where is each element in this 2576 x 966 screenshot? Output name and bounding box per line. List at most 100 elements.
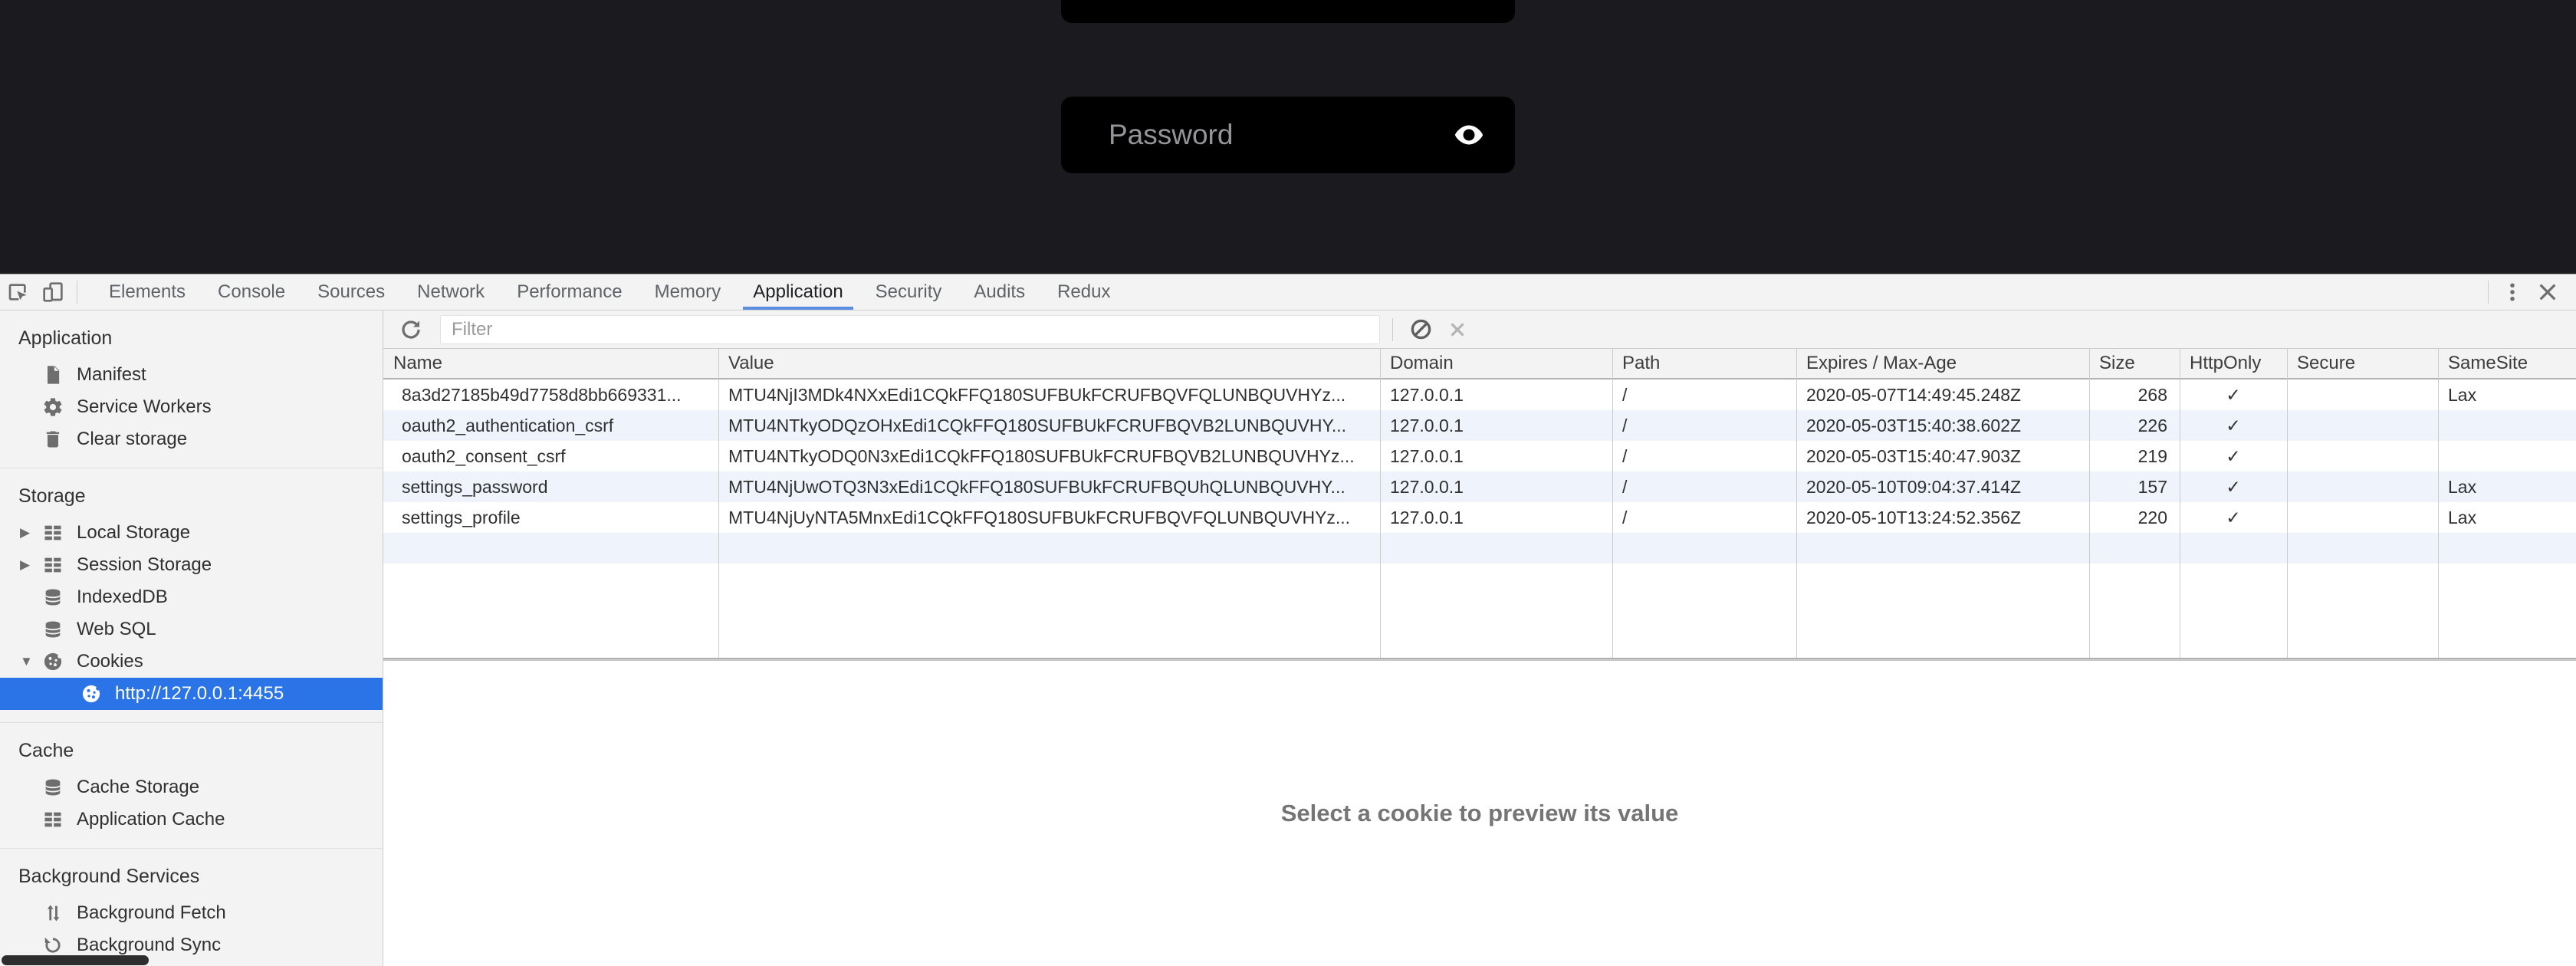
column-divider[interactable]	[2438, 349, 2439, 658]
username-field[interactable]	[1061, 0, 1515, 23]
cookie-row-oauth2-authentication-csrf[interactable]: oauth2_authentication_csrfMTU4NTkyODQzOH…	[383, 410, 2576, 441]
sync-icon	[41, 934, 64, 957]
tab-security[interactable]: Security	[859, 274, 958, 310]
sidebar-item-clear-storage[interactable]: Clear storage	[0, 423, 383, 455]
tab-network[interactable]: Network	[401, 274, 501, 310]
refresh-icon[interactable]	[396, 314, 426, 345]
sidebar-item-label: Manifest	[77, 364, 146, 386]
cookie-row-settings-password[interactable]: settings_passwordMTU4NjUwOTQ3N3xEdi1CQkF…	[383, 472, 2576, 502]
tab-audits[interactable]: Audits	[958, 274, 1041, 310]
sidebar-item-http-127-0-0-1-4455[interactable]: http://127.0.0.1:4455	[0, 678, 383, 710]
sidebar-item-label: Session Storage	[77, 554, 212, 576]
cell-name: settings_profile	[383, 502, 718, 533]
cell-expires: 2020-05-07T14:49:45.248Z	[1796, 380, 2089, 410]
tab-redux[interactable]: Redux	[1041, 274, 1126, 310]
preview-empty-message: Select a cookie to preview its value	[1281, 800, 1679, 827]
cookie-table-body: 8a3d27185b49d7758d8bb669331...MTU4NjI3MD…	[383, 380, 2576, 658]
cookie-row-settings-profile[interactable]: settings_profileMTU4NjUyNTA5MnxEdi1CQkFF…	[383, 502, 2576, 533]
sidebar-item-label: Cache Storage	[77, 777, 199, 798]
sidebar-section-application: Application Manifest Service Workers Clear …	[0, 310, 383, 455]
tab-console[interactable]: Console	[202, 274, 301, 310]
cell-http-only: ✓	[2180, 441, 2287, 472]
sidebar-section-cache: Cache Cache Storage Application Cache	[0, 722, 383, 836]
column-header-expires-max-age[interactable]: Expires / Max-Age	[1796, 349, 2089, 378]
sidebar-item-application-cache[interactable]: Application Cache	[0, 803, 383, 836]
device-toolbar-icon[interactable]	[35, 274, 71, 310]
tab-sources[interactable]: Sources	[301, 274, 401, 310]
column-header-path[interactable]: Path	[1612, 349, 1796, 378]
clear-x-icon[interactable]	[1442, 314, 1473, 345]
sidebar-item-label: Service Workers	[77, 396, 212, 418]
chevron-right-icon[interactable]: ▶	[20, 549, 30, 581]
column-header-secure[interactable]: Secure	[2287, 349, 2438, 378]
sidebar-item-label: http://127.0.0.1:4455	[115, 683, 284, 705]
kebab-menu-icon[interactable]	[2495, 274, 2530, 310]
fetch-icon	[41, 902, 64, 925]
cell-domain: 127.0.0.1	[1380, 472, 1612, 502]
column-header-name[interactable]: Name	[383, 349, 718, 378]
cell-expires: 2020-05-03T15:40:38.602Z	[1796, 410, 2089, 441]
cookie-row-oauth2-consent-csrf[interactable]: oauth2_consent_csrfMTU4NTkyODQ0N3xEdi1CQ…	[383, 441, 2576, 472]
devtools-panel: ElementsConsoleSourcesNetworkPerformance…	[0, 274, 2576, 966]
cell-same-site: Lax	[2438, 502, 2576, 533]
password-placeholder: Password	[1109, 119, 1233, 151]
sidebar-scrollbar[interactable]	[2, 955, 149, 965]
close-icon[interactable]	[2530, 274, 2565, 310]
column-divider[interactable]	[1612, 349, 1613, 658]
cell-same-site: Lax	[2438, 472, 2576, 502]
column-header-httponly[interactable]: HttpOnly	[2180, 349, 2287, 378]
tab-elements[interactable]: Elements	[93, 274, 202, 310]
sidebar-item-label: Clear storage	[77, 429, 187, 450]
sidebar-item-manifest[interactable]: Manifest	[0, 359, 383, 391]
sidebar-item-background-fetch[interactable]: Background Fetch	[0, 897, 383, 929]
cookie-icon	[41, 650, 64, 673]
chevron-down-icon[interactable]: ▼	[20, 646, 33, 678]
sidebar-item-local-storage[interactable]: ▶Local Storage	[0, 517, 383, 549]
cell-same-site: Lax	[2438, 380, 2576, 410]
sidebar-item-label: Background Sync	[77, 935, 221, 956]
gear-icon	[41, 396, 64, 419]
cookie-row-8a3d27185b49d7758d8bb669331[interactable]: 8a3d27185b49d7758d8bb669331...MTU4NjI3MD…	[383, 380, 2576, 410]
block-icon[interactable]	[1405, 314, 1436, 345]
column-divider[interactable]	[718, 349, 719, 658]
cell-domain: 127.0.0.1	[1380, 441, 1612, 472]
column-divider[interactable]	[1796, 349, 1797, 658]
cell-size: 220	[2089, 502, 2180, 533]
tab-application[interactable]: Application	[737, 274, 859, 310]
database-icon	[41, 618, 64, 641]
sidebar-item-session-storage[interactable]: ▶ Session Storage	[0, 549, 383, 581]
column-header-domain[interactable]: Domain	[1380, 349, 1612, 378]
cookies-toolbar	[383, 310, 2576, 349]
column-header-size[interactable]: Size	[2089, 349, 2180, 378]
sidebar-section-title: Cache	[0, 728, 383, 771]
cell-secure	[2287, 441, 2438, 472]
cookie-preview-pane: Select a cookie to preview its value	[383, 661, 2576, 966]
cell-size: 268	[2089, 380, 2180, 410]
column-header-value[interactable]: Value	[718, 349, 1380, 378]
password-field[interactable]: Password	[1061, 97, 1515, 173]
cell-http-only: ✓	[2180, 410, 2287, 441]
sidebar-item-web-sql[interactable]: Web SQL	[0, 613, 383, 646]
tab-memory[interactable]: Memory	[639, 274, 738, 310]
cell-path: /	[1612, 410, 1796, 441]
column-divider[interactable]	[2089, 349, 2090, 658]
eye-icon[interactable]	[1451, 117, 1487, 153]
column-divider[interactable]	[2287, 349, 2288, 658]
inspect-icon[interactable]	[0, 274, 35, 310]
sidebar-item-cache-storage[interactable]: Cache Storage	[0, 771, 383, 803]
column-divider[interactable]	[1380, 349, 1381, 658]
sidebar-item-service-workers[interactable]: Service Workers	[0, 391, 383, 423]
chevron-right-icon[interactable]: ▶	[20, 517, 30, 549]
cell-value: MTU4NjI3MDk4NXxEdi1CQkFFQ180SUFBUkFCRUFB…	[718, 380, 1380, 410]
filter-input[interactable]	[440, 315, 1380, 344]
sidebar-item-cookies[interactable]: ▼Cookies	[0, 646, 383, 678]
sidebar-item-label: Application Cache	[77, 809, 225, 830]
tab-performance[interactable]: Performance	[501, 274, 638, 310]
column-header-samesite[interactable]: SameSite	[2438, 349, 2576, 378]
cookie-icon	[80, 682, 103, 705]
toolbar-divider	[2488, 281, 2489, 304]
sidebar-item-indexeddb[interactable]: IndexedDB	[0, 581, 383, 613]
cell-value: MTU4NTkyODQzOHxEdi1CQkFFQ180SUFBUkFCRUFB…	[718, 410, 1380, 441]
sidebar-section-title: Application	[0, 315, 383, 359]
sidebar-section-storage: Storage▶Local Storage▶Session StorageInd…	[0, 468, 383, 710]
